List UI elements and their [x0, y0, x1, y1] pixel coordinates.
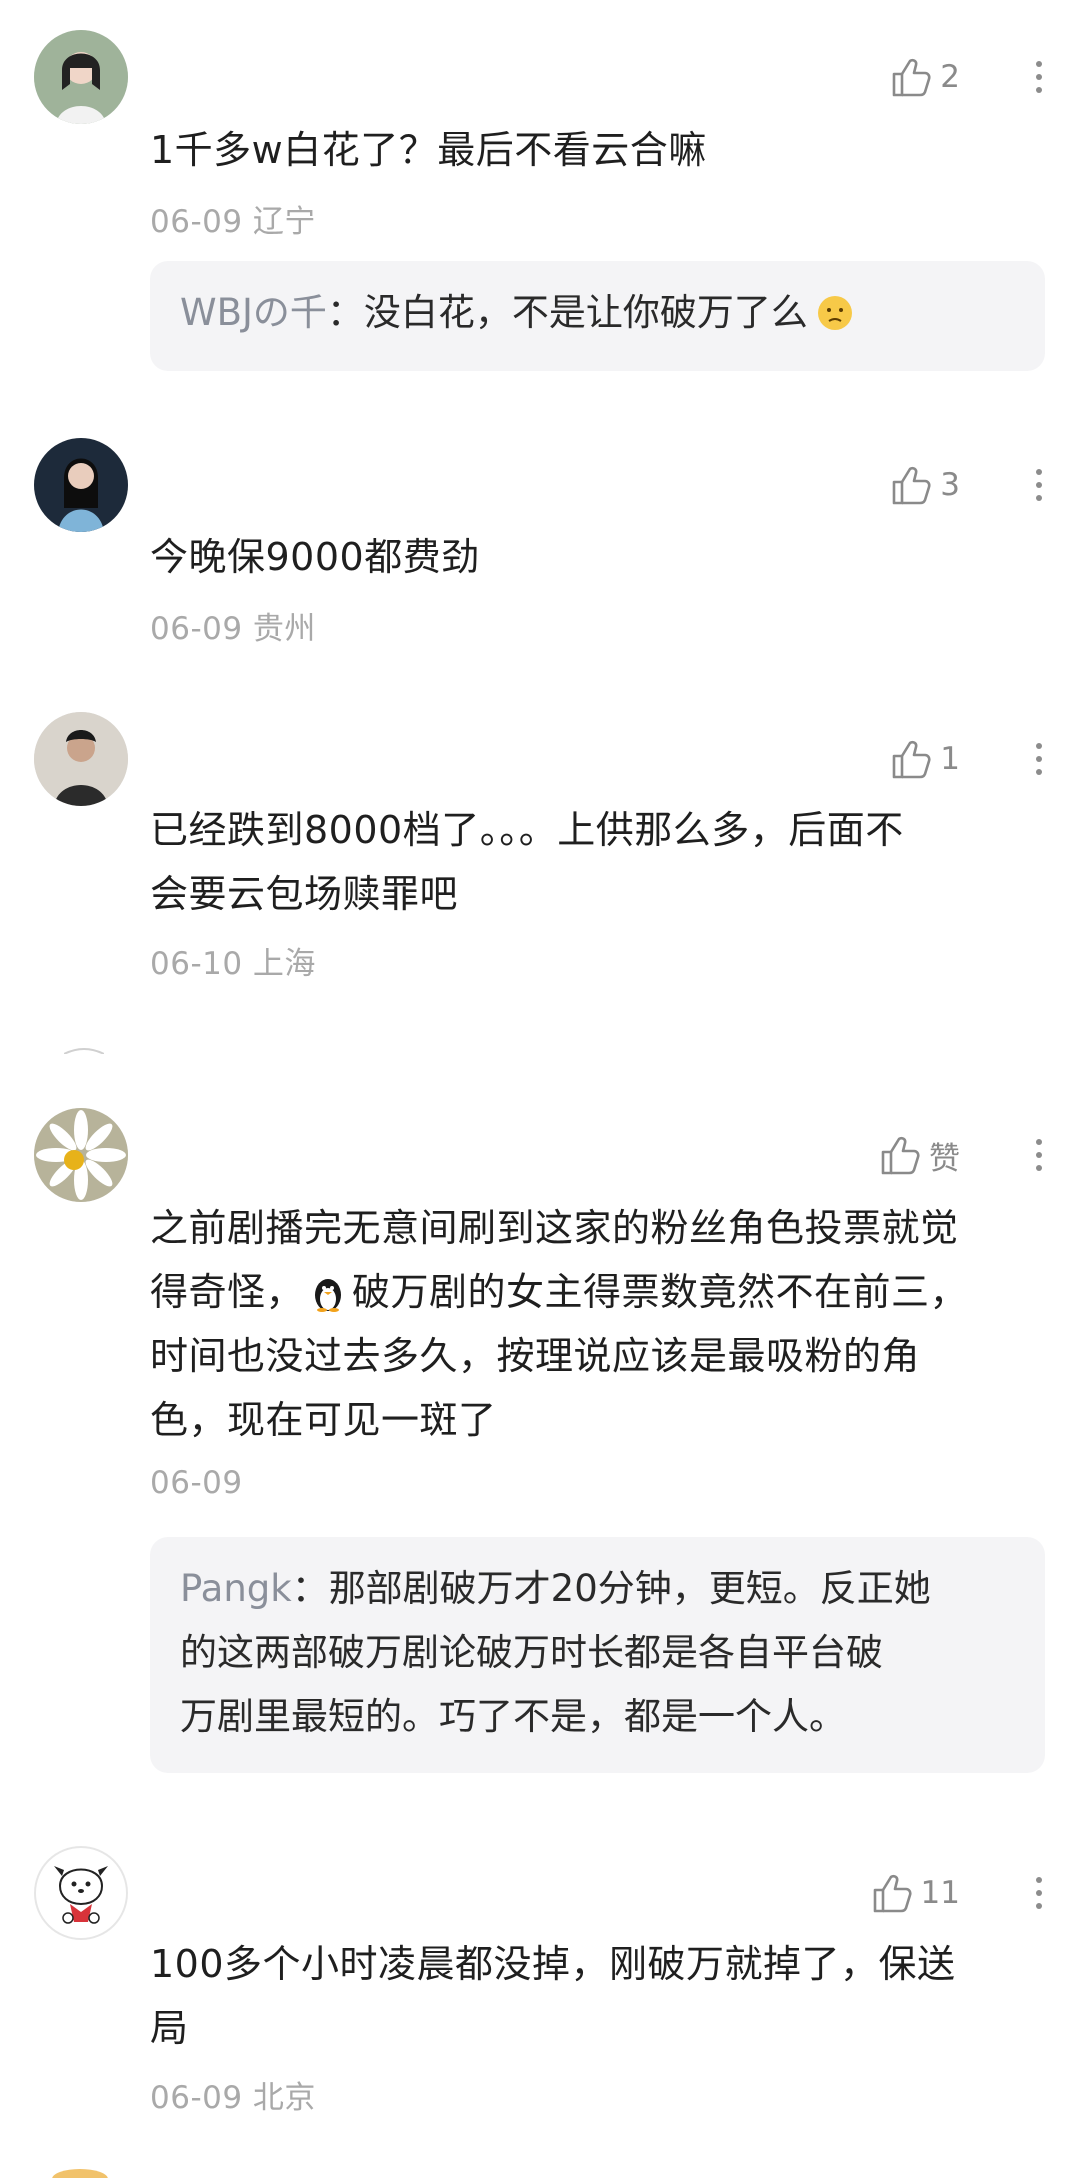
like-count: 11 — [920, 1875, 960, 1911]
reply-author[interactable]: WBJの千 — [180, 291, 327, 334]
more-options-button[interactable] — [1024, 52, 1054, 102]
partial-avatar-edge — [64, 1048, 104, 1054]
more-vertical-icon — [1036, 1139, 1042, 1145]
like-button[interactable]: 2 — [890, 52, 960, 102]
comment-meta: 06-09 北京 — [150, 2080, 316, 2116]
reply-text: 没白花，不是让你破万了么 — [363, 291, 808, 334]
thumbs-up-icon — [879, 1133, 923, 1177]
like-count: 赞 — [929, 1140, 960, 1177]
like-count: 2 — [940, 59, 960, 95]
avatar[interactable] — [34, 1846, 128, 1940]
comment-meta: 06-09 — [150, 1465, 243, 1501]
like-count: 3 — [940, 467, 960, 503]
face-emoji-icon — [817, 296, 852, 330]
like-count: 1 — [940, 741, 960, 777]
comment-text: 今晚保9000都费劲 — [150, 535, 480, 579]
thumbs-up-icon — [890, 737, 934, 781]
penguin-emoji-icon — [315, 1279, 342, 1312]
comment-text: 1千多w白花了？最后不看云合嘛 — [150, 128, 707, 172]
more-options-button[interactable] — [1024, 1868, 1054, 1918]
reply-text: 那部剧破万才20分钟，更短。反正她 — [328, 1567, 931, 1610]
thumbs-up-icon — [871, 1871, 915, 1915]
avatar[interactable] — [34, 30, 128, 124]
more-options-button[interactable] — [1024, 734, 1054, 784]
like-button[interactable]: 11 — [871, 1868, 960, 1918]
thumbs-up-icon — [890, 463, 934, 507]
reply-preview[interactable]: Pangk：那部剧破万才20分钟，更短。反正她 的这两部破万剧论破万时长都是各自… — [150, 1537, 1045, 1773]
more-vertical-icon — [1036, 61, 1042, 67]
like-button[interactable]: 3 — [890, 460, 960, 510]
comment-text: 100多个小时凌晨都没掉，刚破万就掉了，保送 局 — [150, 1942, 956, 2050]
comment-text: 已经跌到8000档了。。。上供那么多，后面不 会要云包场赎罪吧 — [150, 808, 904, 916]
partial-avatar — [50, 2164, 110, 2178]
more-options-button[interactable] — [1024, 1130, 1054, 1180]
comment-meta: 06-09 贵州 — [150, 611, 316, 647]
reply-author[interactable]: Pangk — [180, 1567, 292, 1610]
more-vertical-icon — [1036, 743, 1042, 749]
like-button[interactable]: 赞 — [879, 1130, 960, 1180]
avatar[interactable] — [34, 438, 128, 532]
comment-meta: 06-10 上海 — [150, 946, 316, 982]
avatar[interactable] — [34, 1108, 128, 1202]
avatar[interactable] — [34, 712, 128, 806]
more-vertical-icon — [1036, 469, 1042, 475]
thumbs-up-icon — [890, 55, 934, 99]
comment-text: 之前剧播完无意间刷到这家的粉丝角色投票就觉 得奇怪， 破万剧的女主得票数竟然不在前… — [150, 1206, 969, 1442]
comment-meta: 06-09 辽宁 — [150, 204, 316, 240]
more-options-button[interactable] — [1024, 460, 1054, 510]
more-vertical-icon — [1036, 1877, 1042, 1883]
reply-preview[interactable]: WBJの千：没白花，不是让你破万了么 — [150, 261, 1045, 371]
like-button[interactable]: 1 — [890, 734, 960, 784]
